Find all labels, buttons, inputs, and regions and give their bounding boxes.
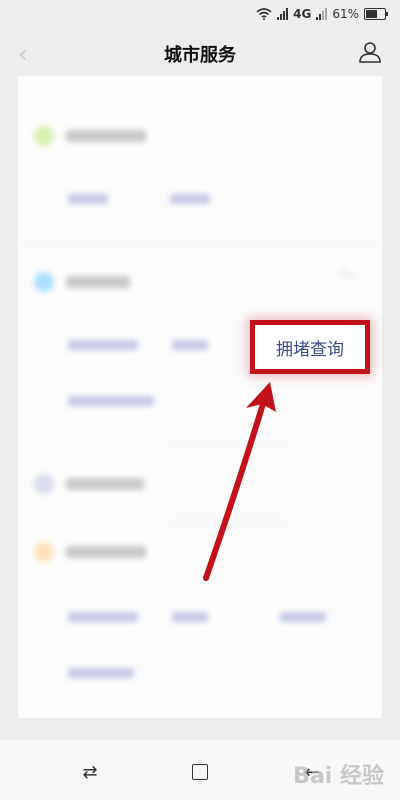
signal-icon-2 <box>316 8 328 20</box>
divider <box>168 444 288 445</box>
category-label-placeholder <box>66 276 130 288</box>
service-item[interactable] <box>68 668 134 678</box>
category-1[interactable] <box>34 126 146 146</box>
service-item[interactable] <box>280 612 326 622</box>
blurred-content <box>18 76 382 718</box>
category-icon <box>34 126 54 146</box>
system-navbar: ⇄ ← Bai 经验 <box>0 740 400 800</box>
switch-icon[interactable]: ⇄ <box>78 762 102 783</box>
service-item[interactable] <box>172 340 208 350</box>
category-icon <box>34 542 54 562</box>
service-item[interactable] <box>172 612 208 622</box>
status-right: 4G 61% <box>256 7 388 21</box>
chevron-up-icon[interactable] <box>337 269 354 286</box>
category-icon <box>34 474 54 494</box>
battery-percent: 61% <box>332 7 359 21</box>
traffic-query-label: 拥堵查询 <box>276 339 344 360</box>
signal-icon <box>277 8 289 20</box>
title-bar: ‹ 城市服务 <box>0 30 400 76</box>
square-icon <box>192 764 208 780</box>
category-3[interactable] <box>34 474 144 494</box>
divider <box>168 520 288 521</box>
service-item[interactable] <box>170 194 210 204</box>
service-card <box>18 76 382 718</box>
network-type: 4G <box>293 7 312 21</box>
service-item[interactable] <box>68 340 138 350</box>
category-2[interactable] <box>34 272 130 292</box>
recent-apps-icon[interactable] <box>188 762 212 782</box>
page-title: 城市服务 <box>164 45 236 66</box>
user-icon[interactable] <box>358 40 382 64</box>
category-label-placeholder <box>66 478 144 490</box>
service-item[interactable] <box>68 612 138 622</box>
service-item[interactable] <box>68 396 154 406</box>
status-time <box>22 8 26 22</box>
category-label-placeholder <box>66 130 146 142</box>
status-bar: 4G 61% <box>0 0 400 30</box>
wifi-icon <box>256 8 272 20</box>
category-4[interactable] <box>34 542 146 562</box>
service-item[interactable] <box>68 194 108 204</box>
divider <box>18 246 382 247</box>
traffic-query-button[interactable]: 拥堵查询 <box>250 320 370 374</box>
category-icon <box>34 272 54 292</box>
battery-icon <box>364 8 388 20</box>
watermark: Bai 经验 <box>293 764 384 789</box>
battery-fill <box>366 10 377 18</box>
category-label-placeholder <box>66 546 146 558</box>
